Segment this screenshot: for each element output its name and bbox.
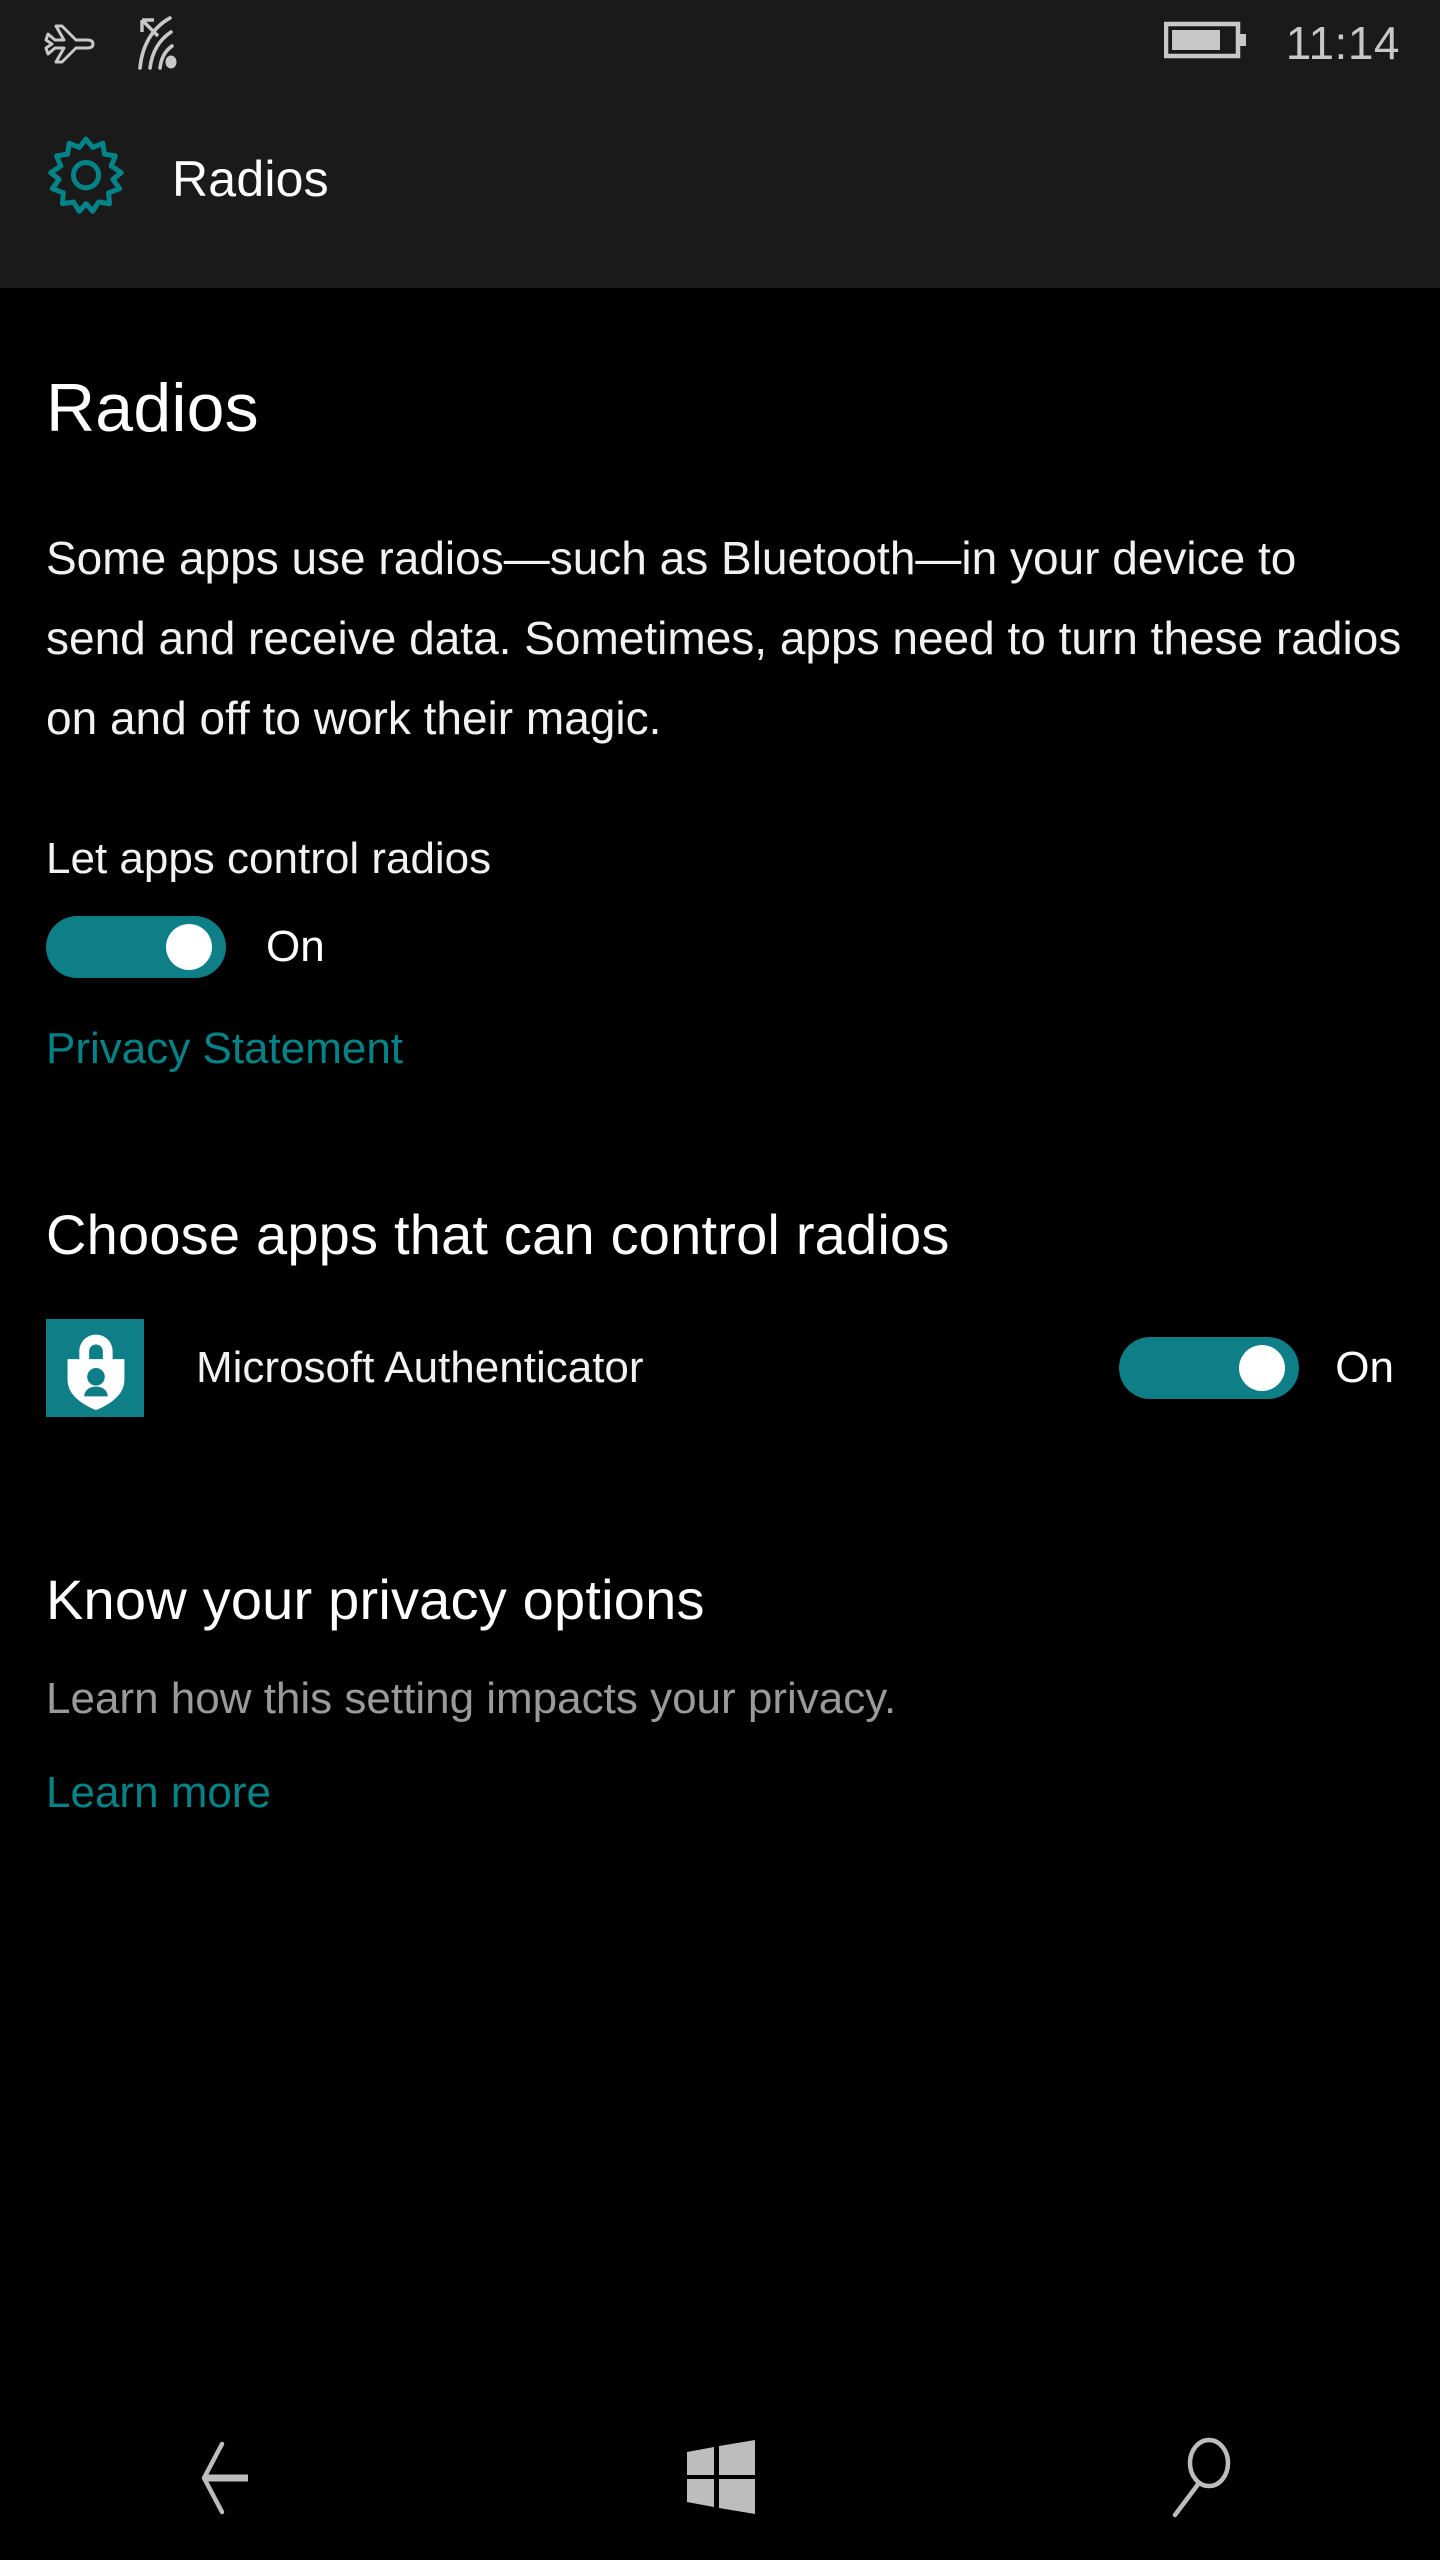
let-apps-control-radios-state: On xyxy=(266,922,325,971)
let-apps-control-radios-row: On xyxy=(46,916,1394,978)
page-title: Radios xyxy=(46,370,259,446)
app-row[interactable]: Microsoft Authenticator On xyxy=(46,1319,1394,1417)
let-apps-control-radios-toggle[interactable] xyxy=(46,916,226,978)
airplane-mode-icon xyxy=(42,14,98,75)
app-header-title: Radios xyxy=(172,150,329,207)
toggle-thumb xyxy=(166,924,212,970)
app-radio-toggle-state: On xyxy=(1335,1343,1394,1392)
gear-icon xyxy=(44,134,128,223)
status-bar-left-icons xyxy=(42,14,188,79)
navigation-bar xyxy=(0,2400,1440,2560)
status-bar-right-icons: 11:14 xyxy=(1163,16,1400,69)
phone-screen: 11:14 Radios Radios Some apps use radios… xyxy=(0,0,1440,2560)
start-button[interactable] xyxy=(480,2400,960,2560)
search-button[interactable] xyxy=(960,2400,1440,2560)
status-bar-clock: 11:14 xyxy=(1285,16,1400,69)
privacy-options-subtext: Learn how this setting impacts your priv… xyxy=(46,1674,897,1723)
search-icon xyxy=(1157,2435,1243,2526)
back-arrow-icon xyxy=(192,2434,288,2527)
authenticator-shield-lock-icon xyxy=(46,1319,144,1417)
status-bar: 11:14 xyxy=(0,0,1440,100)
choose-apps-heading: Choose apps that can control radios xyxy=(46,1203,950,1266)
privacy-options-heading: Know your privacy options xyxy=(46,1568,705,1631)
privacy-statement-link[interactable]: Privacy Statement xyxy=(46,1024,403,1074)
app-radio-toggle[interactable] xyxy=(1119,1337,1300,1399)
back-button[interactable] xyxy=(0,2400,480,2560)
app-name: Microsoft Authenticator xyxy=(196,1343,644,1392)
app-header: Radios xyxy=(0,100,1440,288)
battery-icon xyxy=(1163,18,1248,67)
page-description: Some apps use radios—such as Bluetooth—i… xyxy=(46,532,1402,744)
let-apps-control-radios-label: Let apps control radios xyxy=(46,834,492,883)
windows-start-icon xyxy=(679,2437,761,2524)
wifi-signal-icon xyxy=(118,14,188,79)
learn-more-link[interactable]: Learn more xyxy=(46,1768,271,1818)
toggle-thumb xyxy=(1239,1345,1286,1391)
page-content: Radios Some apps use radios—such as Blue… xyxy=(0,288,1440,1818)
